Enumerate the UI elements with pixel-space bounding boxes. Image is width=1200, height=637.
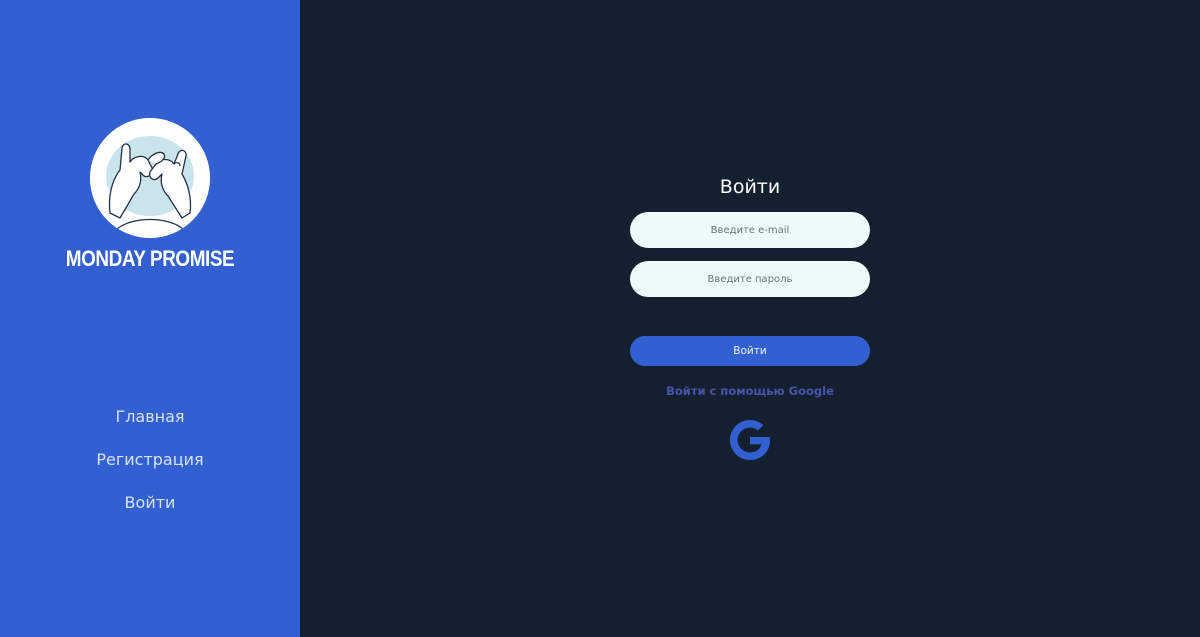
- google-g-icon[interactable]: [726, 416, 774, 464]
- logo-pinky-promise-icon: [90, 118, 210, 238]
- password-field[interactable]: [630, 261, 870, 297]
- nav-item-register[interactable]: Регистрация: [0, 450, 300, 469]
- login-button[interactable]: Войти: [630, 336, 870, 366]
- sidebar: MONDAY PROMISE Главная Регистрация Войти: [0, 0, 300, 637]
- nav-item-login[interactable]: Войти: [0, 493, 300, 512]
- page-title: Войти: [719, 176, 781, 198]
- brand-name: MONDAY PROMISE: [65, 246, 235, 271]
- nav-item-home[interactable]: Главная: [0, 407, 300, 426]
- email-field[interactable]: [630, 212, 870, 248]
- google-login-link[interactable]: Войти с помощью Google: [600, 384, 900, 398]
